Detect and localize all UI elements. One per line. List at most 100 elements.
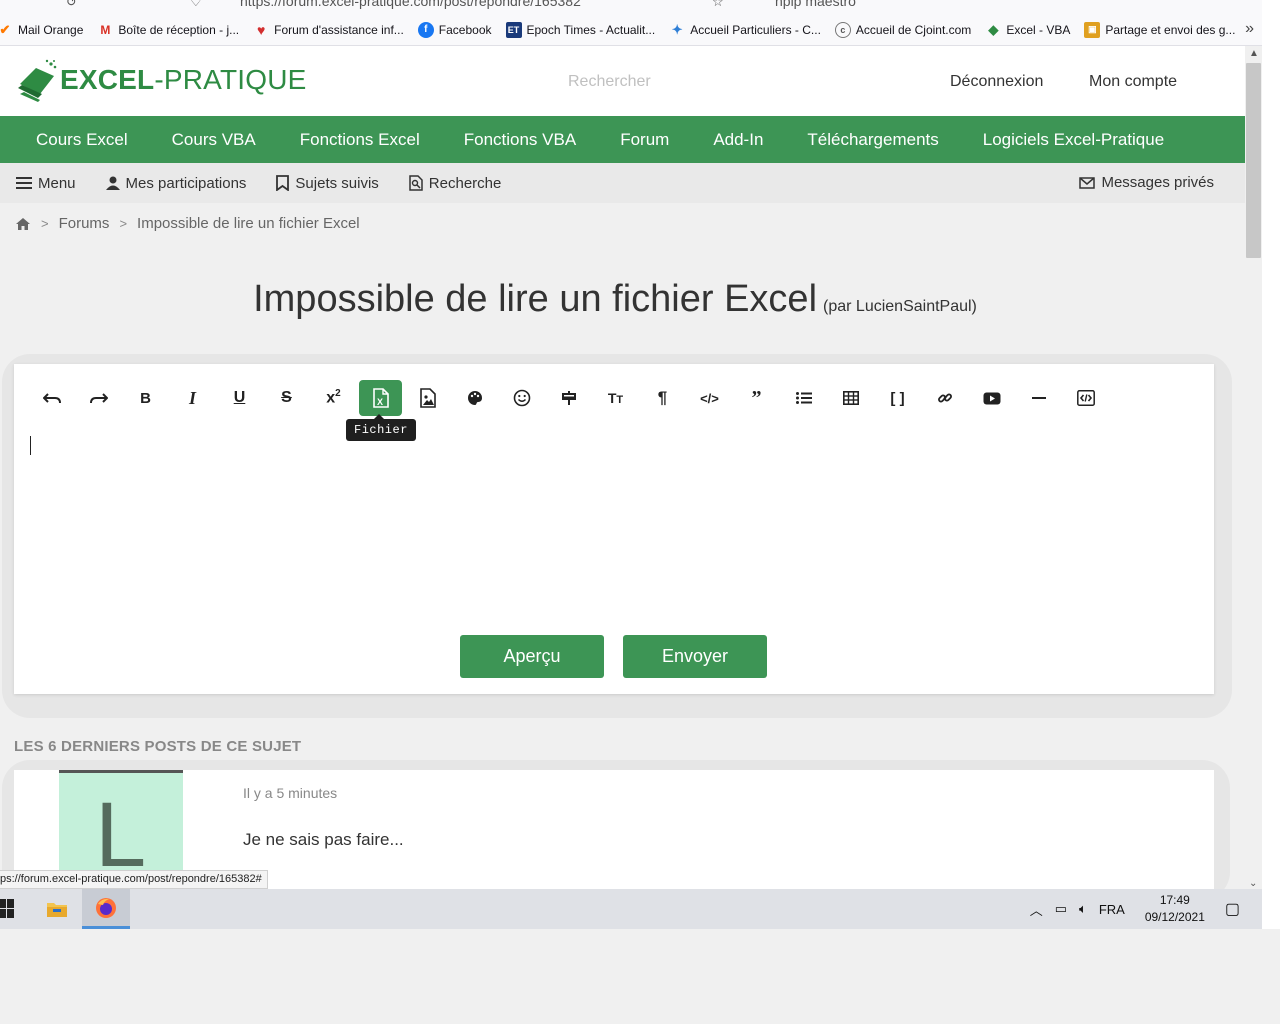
bookmark-forum-assistance[interactable]: ♥ Forum d'assistance inf... — [253, 22, 404, 38]
back-icon[interactable]: ↺ — [66, 0, 77, 10]
nav-telechargements[interactable]: Téléchargements — [785, 130, 960, 150]
book-logo-icon — [16, 58, 58, 102]
topic-title-row: Impossible de lire un fichier Excel (par … — [0, 278, 1230, 321]
scroll-up-icon[interactable]: ▲ — [1249, 48, 1259, 59]
bookmark-cjoint[interactable]: c Accueil de Cjoint.com — [834, 21, 972, 38]
strikethrough-icon[interactable]: S — [265, 380, 308, 416]
paragraph-icon[interactable]: ¶ — [641, 380, 684, 416]
reply-editor: B I U S x2 X TT ¶ </> ” [ ] Fichier Aper… — [14, 364, 1214, 694]
windows-start-icon[interactable] — [0, 899, 14, 924]
excel-file-icon[interactable]: X — [359, 380, 402, 416]
post-timestamp: Il y a 5 minutes — [243, 785, 338, 801]
recent-posts-heading: LES 6 DERNIERS POSTS DE CE SUJET — [14, 738, 302, 755]
bookmark-label: Mail Orange — [18, 22, 84, 37]
browser-search[interactable]: npip maestro — [775, 0, 856, 9]
nav-add-in[interactable]: Add-In — [691, 130, 785, 150]
breadcrumb-current[interactable]: Impossible de lire un fichier Excel — [137, 215, 360, 232]
facebook-icon: f — [417, 21, 434, 38]
logout-link[interactable]: Déconnexion — [950, 73, 1043, 91]
url-bar[interactable]: https://forum.excel-pratique.com/post/re… — [240, 0, 581, 9]
followed-topics-link[interactable]: Sujets suivis — [276, 175, 379, 192]
clock-time: 17:49 — [1159, 893, 1190, 907]
underline-icon[interactable]: U — [218, 380, 261, 416]
bookmark-gmail[interactable]: M Boîte de réception - j... — [97, 22, 239, 38]
page: EXCEL-PRATIQUE Rechercher Déconnexion Mo… — [0, 46, 1245, 889]
cjoint-icon: c — [834, 21, 851, 38]
breadcrumb-forums[interactable]: Forums — [59, 215, 110, 232]
nav-logiciels[interactable]: Logiciels Excel-Pratique — [961, 130, 1186, 150]
preview-button[interactable]: Aperçu — [460, 635, 604, 678]
bold-icon[interactable]: B — [124, 380, 167, 416]
undo-icon[interactable] — [30, 380, 73, 416]
hamburger-icon — [16, 177, 32, 189]
network-icon[interactable]: ▭ — [1055, 901, 1067, 917]
smiley-icon[interactable] — [500, 380, 543, 416]
site-search-input[interactable]: Rechercher — [568, 73, 651, 91]
nav-fonctions-excel[interactable]: Fonctions Excel — [278, 130, 442, 150]
system-tray: ︿ ▭ 🔈︎ FRA 17:49 09/12/2021 ▢ — [1024, 889, 1262, 929]
bookmark-partage[interactable]: ▣ Partage et envoi des g... — [1084, 21, 1235, 38]
avatar[interactable]: L — [59, 770, 183, 874]
chevron-down-icon[interactable]: ⌄ — [1249, 878, 1257, 889]
my-participations-link[interactable]: Mes participations — [105, 174, 247, 192]
windows-taskbar: ︿ ▭ 🔈︎ FRA 17:49 09/12/2021 ▢ — [0, 889, 1262, 929]
firefox-icon[interactable] — [82, 889, 130, 929]
youtube-icon[interactable] — [970, 380, 1013, 416]
file-explorer-icon[interactable] — [33, 889, 81, 929]
bookmark-excel-vba[interactable]: ◆ Excel - VBA — [985, 22, 1070, 38]
bookmark-star-icon[interactable]: ☆ — [712, 0, 724, 10]
logo-word-pratique: -PRATIQUE — [154, 64, 307, 95]
horizontal-rule-icon[interactable] — [1017, 380, 1060, 416]
link-icon[interactable] — [923, 380, 966, 416]
bookmark-accueil-particuliers[interactable]: ✦ Accueil Particuliers - C... — [669, 22, 821, 38]
epoch-times-icon: ET — [505, 21, 522, 38]
participations-label: Mes participations — [125, 174, 247, 192]
nav-fonctions-vba[interactable]: Fonctions VBA — [442, 130, 598, 150]
notification-icon[interactable]: ▢ — [1225, 899, 1240, 919]
messages-label: Messages privés — [1101, 174, 1214, 191]
page-scrollbar[interactable]: ▲ ⌄ — [1245, 46, 1262, 889]
quote-icon[interactable]: ” — [735, 380, 778, 416]
private-messages-link[interactable]: Messages privés — [1079, 174, 1214, 191]
language-indicator[interactable]: FRA — [1099, 902, 1125, 917]
text-caret[interactable] — [30, 436, 31, 455]
nav-forum[interactable]: Forum — [598, 130, 691, 150]
shield-icon[interactable]: ♡ — [190, 0, 202, 10]
redo-icon[interactable] — [77, 380, 120, 416]
brackets-icon[interactable]: [ ] — [876, 380, 919, 416]
empty-area — [0, 929, 1280, 1024]
bookmark-facebook[interactable]: f Facebook — [417, 21, 492, 38]
code-icon[interactable]: </> — [688, 380, 731, 416]
bookmarks-bar: ✔ Mail Orange M Boîte de réception - j..… — [0, 14, 1262, 46]
nav-cours-excel[interactable]: Cours Excel — [0, 130, 150, 150]
italic-icon[interactable]: I — [171, 380, 214, 416]
list-icon[interactable] — [782, 380, 825, 416]
scroll-thumb[interactable] — [1246, 63, 1261, 258]
bookmark-label: Accueil de Cjoint.com — [855, 22, 972, 37]
search-link[interactable]: Recherche — [409, 175, 501, 192]
chevron-up-icon[interactable]: ︿ — [1030, 900, 1043, 919]
nav-cours-vba[interactable]: Cours VBA — [150, 130, 278, 150]
superscript-icon[interactable]: x2 — [312, 380, 355, 416]
account-link[interactable]: Mon compte — [1089, 73, 1177, 91]
chevron-right-icon: > — [119, 216, 128, 231]
menu-button[interactable]: Menu — [16, 175, 76, 192]
bookmark-icon — [276, 175, 290, 191]
bookmark-label: Forum d'assistance inf... — [274, 22, 404, 37]
site-logo[interactable]: EXCEL-PRATIQUE — [16, 58, 307, 102]
clock[interactable]: 17:49 09/12/2021 — [1145, 892, 1205, 926]
gmail-icon: M — [100, 22, 111, 37]
source-icon[interactable] — [1064, 380, 1107, 416]
bookmark-mail-orange[interactable]: ✔ Mail Orange — [0, 22, 83, 38]
envelope-icon — [1079, 176, 1096, 189]
sign-icon[interactable] — [547, 380, 590, 416]
text-size-icon[interactable]: TT — [594, 380, 637, 416]
palette-icon[interactable] — [453, 380, 496, 416]
send-button[interactable]: Envoyer — [623, 635, 767, 678]
more-bookmarks-icon[interactable]: » — [1245, 20, 1254, 38]
bookmark-epoch-times[interactable]: ET Epoch Times - Actualit... — [505, 21, 655, 38]
image-icon[interactable] — [406, 380, 449, 416]
speaker-icon[interactable]: 🔈︎ — [1079, 901, 1087, 917]
home-icon[interactable] — [15, 217, 31, 231]
table-icon[interactable] — [829, 380, 872, 416]
